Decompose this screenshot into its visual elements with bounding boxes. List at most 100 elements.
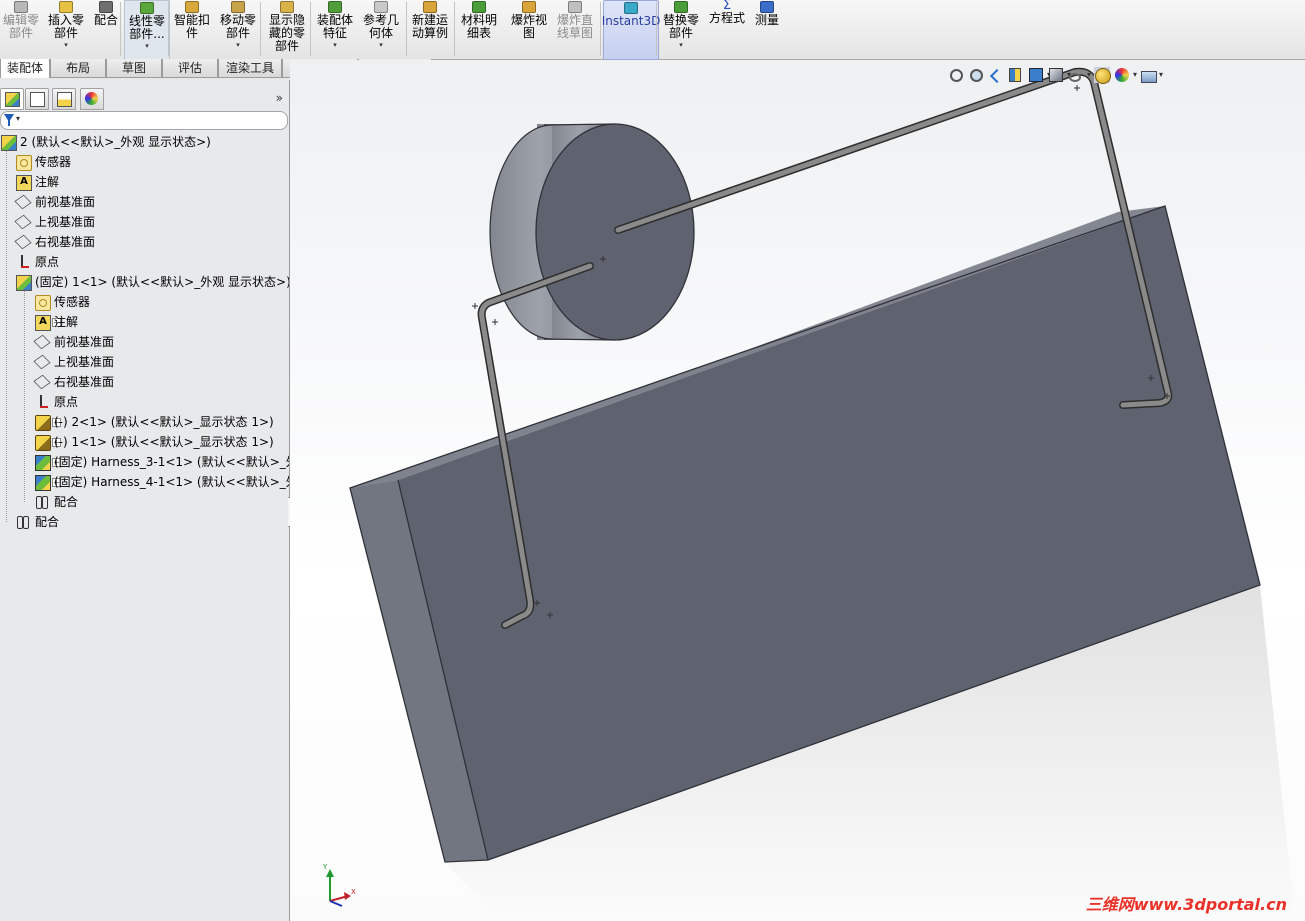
edit-component-button[interactable]: 编辑零 部件 (2, 0, 40, 58)
tab-0[interactable]: 装配体 (0, 59, 50, 78)
tree-filter-input[interactable]: ▾ (0, 111, 288, 130)
toolbar-separator (310, 2, 311, 56)
view-orientation-icon[interactable] (1028, 67, 1051, 83)
explode-line-sketch-button[interactable]: 爆炸直 线草图 (554, 0, 596, 58)
edit-appearance-icon[interactable] (1094, 67, 1111, 84)
tree-item[interactable]: 传感器 (0, 292, 289, 312)
mate-icon (99, 1, 113, 13)
tree-item[interactable]: +A注解 (0, 172, 289, 192)
chevron-down-icon[interactable]: ▾ (16, 114, 20, 123)
section-view-icon-glyph (1009, 68, 1021, 82)
zoom-to-area-icon-glyph (970, 69, 983, 82)
exploded-view-icon (522, 1, 536, 13)
chevron-down-icon[interactable]: ▾ (145, 42, 149, 50)
hide-show-items-icon[interactable] (1068, 67, 1091, 83)
tree-item[interactable]: 传感器 (0, 152, 289, 172)
plane-icon (33, 374, 51, 390)
instant3d-label: Instant3D (601, 14, 661, 28)
tree-item-label: 右视基准面 (54, 375, 115, 389)
edit-component-icon (14, 1, 28, 13)
insert-component-label: 插入零 部件 (47, 13, 84, 40)
tree-item[interactable]: 前视基准面 (0, 332, 289, 352)
part-icon (35, 415, 51, 431)
measure-button[interactable]: 测量 (752, 0, 782, 58)
filter-icon (4, 114, 14, 126)
tree-item[interactable]: 原点 (0, 392, 289, 412)
tab-2[interactable]: 草图 (106, 59, 162, 78)
explode-line-sketch-label: 爆炸直 线草图 (556, 13, 593, 40)
tree-item-label: 2 (默认<<默认>_外观 显示状态>) (20, 135, 211, 149)
exploded-view-button[interactable]: 爆炸视 图 (508, 0, 550, 58)
mate-button[interactable]: 配合 (92, 0, 120, 58)
linear-pattern-button[interactable]: 线性零 部件... ▾ (124, 0, 170, 60)
tree-item[interactable]: 原点 (0, 252, 289, 272)
bom-icon (472, 1, 486, 13)
insert-component-button[interactable]: 插入零 部件 ▾ (46, 0, 86, 58)
tree-item[interactable]: + (-) 1<1> (默认<<默认>_显示状态 1>) (0, 432, 289, 452)
new-motion-study-label: 新建运 动算例 (411, 13, 448, 40)
view-settings-icon[interactable] (1140, 67, 1163, 83)
origin-icon (16, 255, 30, 269)
tree-item[interactable]: 上视基准面 (0, 212, 289, 232)
instant3d-button[interactable]: Instant3D (601, 0, 661, 60)
tree-item[interactable]: 配合 (0, 512, 289, 532)
apply-scene-icon[interactable] (1114, 67, 1137, 83)
replace-component-button[interactable]: 替换零 部件 ▾ (660, 0, 702, 58)
propertymanager-tab[interactable] (25, 88, 49, 110)
new-motion-study-button[interactable]: 新建运 动算例 (410, 0, 450, 58)
display-style-icon[interactable] (1048, 67, 1071, 83)
model-view[interactable] (290, 60, 1305, 921)
tree-item-label: 原点 (35, 255, 60, 269)
tree-item[interactable]: 上视基准面 (0, 352, 289, 372)
show-hidden-button[interactable]: 显示隐 藏的零 部件 (264, 0, 310, 58)
chevron-down-icon[interactable]: ▾ (333, 41, 337, 49)
tree-item[interactable]: + (固定) Harness_3-1<1> (默认<<默认>_外 (0, 452, 289, 472)
feature-manager-panel: » ▾ 2 (默认<<默认>_外观 显示状态>)传感器+A注解前视基准面上视基准… (0, 80, 290, 921)
tab-3[interactable]: 评估 (162, 59, 218, 78)
display-style-icon-glyph (1049, 68, 1063, 82)
zoom-to-fit-icon[interactable] (948, 67, 964, 83)
insert-component-icon (59, 1, 73, 13)
bom-button[interactable]: 材料明 细表 (458, 0, 500, 58)
bom-label: 材料明 细表 (460, 13, 497, 40)
tree-item[interactable]: 配合 (0, 492, 289, 512)
plane-icon (33, 354, 51, 370)
tree-item[interactable]: 2 (默认<<默认>_外观 显示状态>) (0, 132, 289, 152)
configurationmanager-tab[interactable] (52, 88, 76, 110)
assembly-features-button[interactable]: 装配体 特征 ▾ (314, 0, 356, 58)
chevron-down-icon[interactable]: ▾ (236, 41, 240, 49)
smart-fasteners-button[interactable]: 智能扣 件 (172, 0, 212, 58)
tree-item[interactable]: + (-) 2<1> (默认<<默认>_显示状态 1>) (0, 412, 289, 432)
tree-item[interactable]: 右视基准面 (0, 372, 289, 392)
toolbar-separator (406, 2, 407, 56)
equations-button[interactable]: Σ 方程式 (708, 0, 746, 58)
tab-1[interactable]: 布局 (50, 59, 106, 78)
sigma-icon: Σ (722, 0, 732, 13)
graphics-area[interactable]: Y X 三维网www.3dportal.cn (290, 60, 1305, 921)
chevron-down-icon[interactable]: ▾ (679, 41, 683, 49)
tree-item[interactable]: 右视基准面 (0, 232, 289, 252)
tree-item[interactable]: -(固定) 1<1> (默认<<默认>_外观 显示状态>) (0, 272, 289, 292)
toolbar-separator (600, 2, 601, 56)
featuremanager-tab[interactable] (0, 88, 24, 110)
move-component-button[interactable]: 移动零 部件 ▾ (218, 0, 258, 58)
assembly-features-label: 装配体 特征 (316, 13, 353, 40)
chevron-down-icon[interactable]: ▾ (64, 41, 68, 49)
reference-geometry-button[interactable]: 参考几 何体 ▾ (360, 0, 402, 58)
command-manager: 编辑零 部件 插入零 部件 ▾ 配合 线性零 部件... ▾ 智能扣 件移动零 部件 ▾ 显示隐… (0, 0, 1305, 60)
tab-4[interactable]: 渲染工具 (218, 59, 282, 78)
tree-item[interactable]: 前视基准面 (0, 192, 289, 212)
tree-item[interactable]: +A注解 (0, 312, 289, 332)
instant3d-icon (624, 2, 638, 14)
collapse-panel-button[interactable]: » (276, 91, 283, 105)
sensor-icon (35, 295, 51, 311)
harness-assembly-icon (35, 475, 51, 491)
previous-view-icon[interactable] (988, 67, 1005, 84)
section-view-icon[interactable] (1008, 67, 1024, 83)
appearance-tab[interactable] (80, 88, 104, 110)
zoom-to-area-icon[interactable] (968, 67, 984, 83)
chevron-down-icon[interactable]: ▾ (379, 41, 383, 49)
tree-item[interactable]: + (固定) Harness_4-1<1> (默认<<默认>_外 (0, 472, 289, 492)
appearance-icon (85, 92, 98, 105)
tree-item-label: 前视基准面 (35, 195, 96, 209)
